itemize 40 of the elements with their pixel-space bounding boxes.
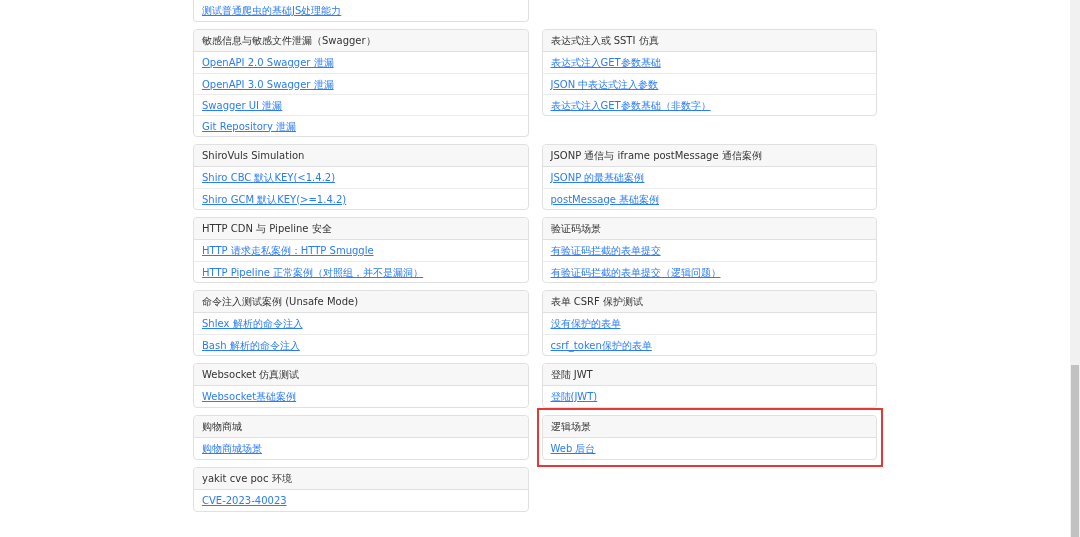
card-header: HTTP CDN 与 Pipeline 安全 [194, 218, 528, 240]
card-header: 登陆 JWT [542, 364, 876, 386]
card-header: 购物商城 [194, 416, 528, 438]
card-header: 表单 CSRF 保护测试 [542, 291, 876, 313]
scenario-link[interactable]: 测试普通爬虫的基础JS处理能力 [202, 3, 342, 18]
card-header: 逻辑场景 [542, 416, 876, 438]
scenario-link[interactable]: OpenAPI 3.0 Swagger 泄漏 [202, 76, 334, 92]
card-header: ShiroVuls Simulation [194, 145, 528, 167]
scenario-link[interactable]: 购物商城场景 [202, 441, 262, 456]
scenario-link[interactable]: Websocket基础案例 [202, 389, 297, 404]
scenario-link[interactable]: HTTP Pipeline 正常案例（对照组，并不是漏洞） [202, 264, 424, 280]
scrollbar[interactable] [1070, 0, 1080, 537]
scenario-link[interactable]: JSON 中表达式注入参数 [550, 76, 659, 92]
scenario-link[interactable]: Web 后台 [550, 441, 596, 456]
scenario-link[interactable]: 有验证码拦截的表单提交（逻辑问题） [550, 264, 721, 280]
scenario-link[interactable]: 表达式注入GET参数基础（非数字） [550, 97, 711, 113]
scenario-link[interactable]: postMessage 基础案例 [550, 191, 660, 207]
scenario-link[interactable]: Bash 解析的命令注入 [202, 337, 300, 353]
scenario-link[interactable]: 表达式注入GET参数基础 [550, 55, 661, 70]
scenario-link[interactable]: OpenAPI 2.0 Swagger 泄漏 [202, 55, 334, 70]
scenario-link[interactable]: Shlex 解析的命令注入 [202, 316, 303, 331]
card-header: Websocket 仿真测试 [194, 364, 528, 386]
scenario-link[interactable]: 有验证码拦截的表单提交 [550, 243, 661, 258]
scenario-link[interactable]: Shiro GCM 默认KEY(>=1.4.2) [202, 191, 347, 207]
card-header: JSONP 通信与 iframe postMessage 通信案例 [542, 145, 876, 167]
card-header: 验证码场景 [542, 218, 876, 240]
card-header: yakit cve poc 环境 [194, 468, 528, 490]
scrollbar-thumb[interactable] [1071, 365, 1079, 537]
scenario-link[interactable]: HTTP 请求走私案例：HTTP Smuggle [202, 243, 374, 258]
card-header: 命令注入测试案例 (Unsafe Mode) [194, 291, 528, 313]
scenario-link[interactable]: Git Repository 泄漏 [202, 118, 296, 134]
scenario-link[interactable]: 没有保护的表单 [550, 316, 621, 331]
scenario-link[interactable]: CVE-2023-40023 [202, 493, 287, 508]
scenario-link[interactable]: 登陆(JWT) [550, 389, 598, 404]
card-header: 敏感信息与敏感文件泄漏（Swagger） [194, 30, 528, 52]
scenario-link[interactable]: JSONP 的最基础案例 [550, 170, 645, 185]
card-header: 表达式注入或 SSTI 仿真 [542, 30, 876, 52]
scenario-link[interactable]: Shiro CBC 默认KEY(<1.4.2) [202, 170, 336, 185]
scenario-link[interactable]: Swagger UI 泄漏 [202, 97, 283, 113]
scenario-link[interactable]: csrf_token保护的表单 [550, 337, 652, 353]
